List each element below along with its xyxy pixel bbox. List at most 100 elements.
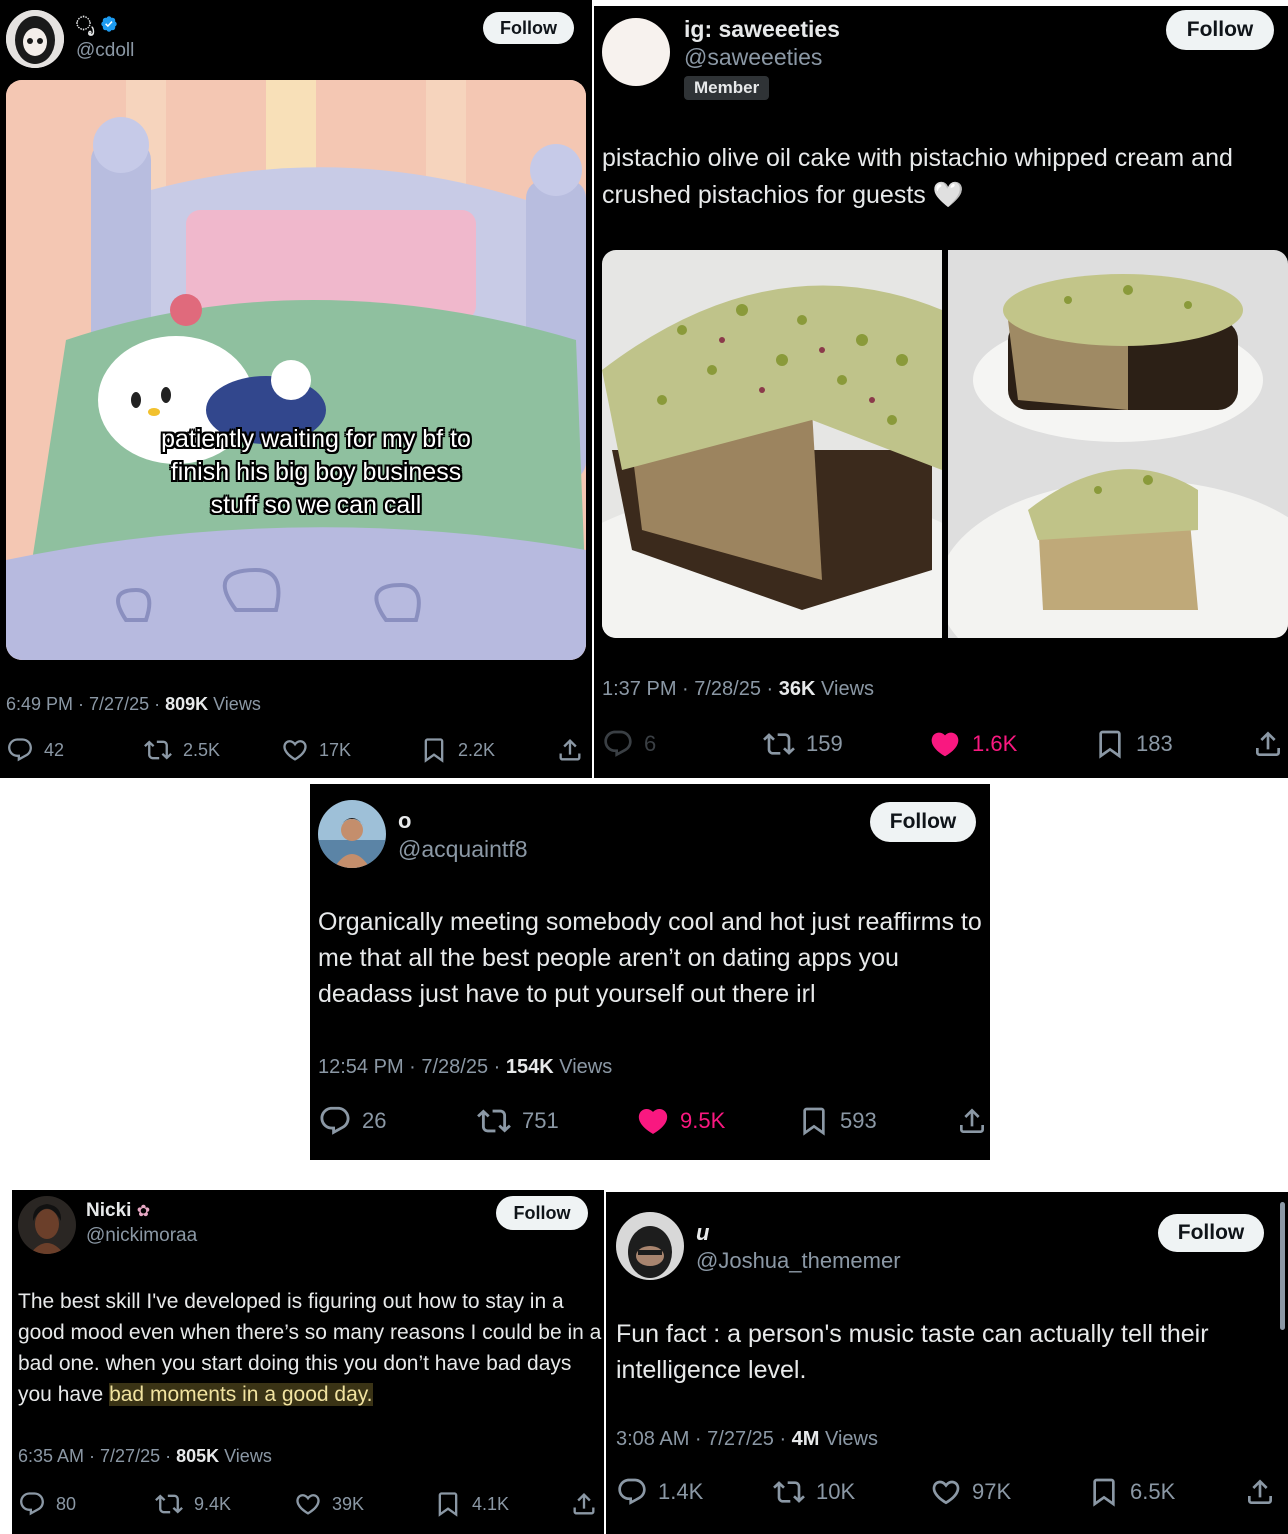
share-icon [556,736,584,764]
bookmark-button[interactable]: 4.1K [434,1490,509,1518]
repost-button[interactable]: 10K [772,1476,855,1508]
heart-icon [294,1490,322,1518]
follow-button[interactable]: Follow [1166,10,1274,50]
like-button[interactable]: 97K [930,1476,1011,1508]
heart-filled-icon [928,728,962,760]
avatar-photo [616,1212,684,1280]
post-text: pistachio olive oil cake with pistachio … [602,144,1233,209]
post-card-joshua-thememer: и @Joshua_thememer Follow Fun fact : a p… [606,1192,1288,1534]
reply-button[interactable]: 26 [318,1104,386,1138]
avatar[interactable] [6,10,64,68]
reply-button[interactable]: 6 [602,728,656,760]
pistachio-cake-photo [602,250,942,638]
repost-button[interactable]: 751 [476,1104,559,1138]
avatar-photo [18,1196,76,1254]
bookmark-button[interactable]: 593 [798,1104,877,1138]
display-name[interactable]: ೃ [76,14,118,36]
handle[interactable]: @Joshua_thememer [696,1248,901,1274]
avatar-photo [318,800,386,868]
repost-icon [762,728,796,760]
heart-icon [930,1476,962,1508]
post-card-cdoll: ೃ @cdoll Follow patiently waiting for my… [0,0,592,778]
heart-filled-icon [636,1104,670,1138]
image-caption: patiently waiting for my bf to finish hi… [161,425,471,519]
avatar-doll-image [6,10,64,68]
highlighted-text: bad moments in a good day. [109,1383,373,1406]
post-text: Fun fact : a person's music taste can ac… [616,1320,1209,1384]
repost-icon [143,736,173,764]
bookmark-button[interactable]: 183 [1094,728,1173,760]
avatar[interactable] [616,1212,684,1280]
avatar[interactable] [318,800,386,868]
post-meta: 6:35 AM · 7/27/25 · 805K Views [18,1446,272,1466]
post-card-saweeeties: ig: saweeeties @saweeeties Member Follow… [594,6,1288,778]
handle[interactable]: @saweeeties [684,44,822,71]
repost-button[interactable]: 9.4K [154,1490,231,1518]
post-meta: 1:37 PM · 7/28/25 · 36K Views [602,678,875,700]
reply-icon [602,728,634,760]
post-image[interactable]: patiently waiting for my bf to finish hi… [6,80,586,660]
post-image-cake-1[interactable] [602,250,942,638]
share-icon [1244,1476,1276,1508]
post-card-acquaintf8: o @acquaintf8 Follow Organically meeting… [310,784,990,1160]
like-button[interactable]: 17K [281,736,351,764]
like-button[interactable]: 1.6K [928,728,1017,760]
bookmark-icon [434,1490,462,1518]
handle[interactable]: @cdoll [76,40,134,62]
member-badge: Member [684,76,770,100]
like-button[interactable]: 39K [294,1490,364,1518]
scrollbar[interactable] [1280,1202,1285,1330]
bookmark-icon [798,1104,830,1138]
bookmark-icon [420,736,448,764]
repost-icon [476,1104,512,1138]
bookmark-icon [1088,1476,1120,1508]
follow-button[interactable]: Follow [483,12,574,44]
hello-kitty-bed-illustration [6,80,586,660]
reply-button[interactable]: 42 [6,736,64,764]
reply-icon [6,736,34,764]
pistachio-cake-slice-photo [948,250,1288,638]
reply-icon [318,1104,352,1138]
reply-icon [616,1476,648,1508]
handle[interactable]: @acquaintf8 [398,836,528,863]
post-text: The best skill I've developed is figurin… [18,1290,602,1406]
avatar[interactable] [18,1196,76,1254]
share-icon [1252,728,1284,760]
repost-icon [154,1490,184,1518]
share-icon [956,1104,988,1138]
handle[interactable]: @nickimoraa [86,1225,197,1247]
bookmark-icon [1094,728,1126,760]
heart-icon [281,736,309,764]
post-text: Organically meeting somebody cool and ho… [318,908,982,1008]
display-name[interactable]: и [696,1220,709,1246]
display-name[interactable]: Nicki ✿ [86,1200,150,1222]
share-button[interactable] [556,736,584,764]
repost-icon [772,1476,806,1508]
bookmark-button[interactable]: 2.2K [420,736,495,764]
share-button[interactable] [1244,1476,1276,1508]
lotus-icon: ✿ [136,1203,151,1220]
follow-button[interactable]: Follow [496,1196,588,1230]
share-button[interactable] [1252,728,1284,760]
post-image-cake-2[interactable] [948,250,1288,638]
display-name[interactable]: ig: saweeeties [684,16,840,43]
avatar[interactable] [602,18,670,86]
reply-button[interactable]: 1.4K [616,1476,703,1508]
share-icon [570,1490,598,1518]
post-meta: 12:54 PM · 7/28/25 · 154K Views [318,1056,613,1078]
bookmark-button[interactable]: 6.5K [1088,1476,1175,1508]
verified-badge-icon [100,15,118,33]
like-button[interactable]: 9.5K [636,1104,725,1138]
post-meta: 6:49 PM · 7/27/25 · 809K Views [6,694,261,714]
share-button[interactable] [956,1104,988,1138]
follow-button[interactable]: Follow [1158,1214,1264,1252]
display-name[interactable]: o [398,808,411,834]
post-meta: 3:08 AM · 7/27/25 · 4M Views [616,1428,878,1450]
follow-button[interactable]: Follow [870,802,976,842]
post-card-nickimoraa: Nicki ✿ @nickimoraa Follow The best skil… [12,1190,604,1534]
reply-icon [18,1490,46,1518]
repost-button[interactable]: 159 [762,728,843,760]
repost-button[interactable]: 2.5K [143,736,220,764]
share-button[interactable] [570,1490,598,1518]
reply-button[interactable]: 80 [18,1490,76,1518]
